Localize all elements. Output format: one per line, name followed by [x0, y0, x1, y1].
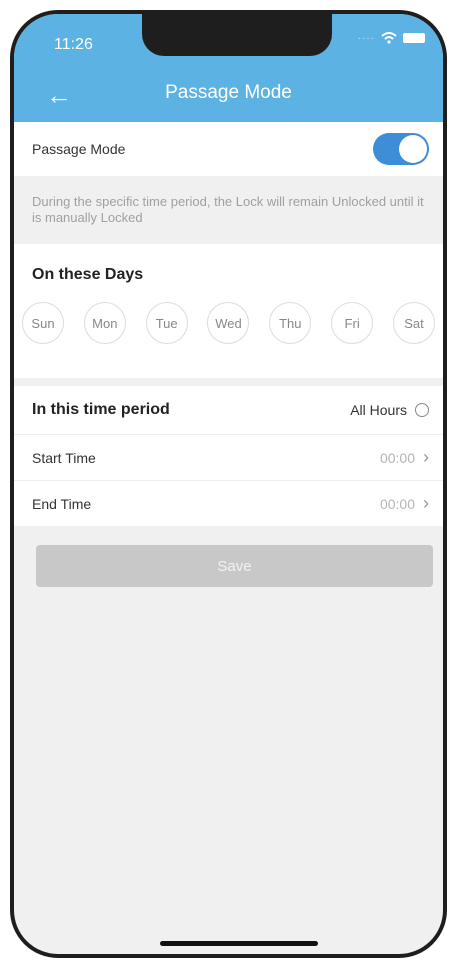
- all-hours-label: All Hours: [350, 402, 407, 418]
- day-thu[interactable]: Thu: [269, 302, 312, 344]
- day-mon[interactable]: Mon: [83, 302, 126, 344]
- phone-frame: 11:26 ···· ← Passage Mode Passage Mode D…: [10, 10, 447, 958]
- passage-mode-row: Passage Mode: [14, 122, 443, 176]
- passage-mode-label: Passage Mode: [32, 141, 126, 157]
- end-time-label: End Time: [32, 495, 92, 512]
- start-time-label: Start Time: [32, 449, 96, 466]
- chevron-right-icon: ›: [423, 447, 429, 467]
- status-icons: ····: [358, 32, 425, 44]
- toggle-knob: [399, 135, 427, 163]
- end-time-value: 00:00: [379, 495, 415, 512]
- start-time-row[interactable]: Start Time 00:00 ›: [14, 434, 443, 480]
- chevron-right-icon: ›: [423, 493, 429, 513]
- time-period-title: In this time period: [32, 401, 170, 418]
- end-time-value-group: 00:00 ›: [380, 493, 429, 514]
- home-indicator: [160, 941, 318, 946]
- notch: [142, 14, 332, 56]
- page-title: Passage Mode: [165, 82, 292, 103]
- passage-mode-description: During the specific time period, the Loc…: [14, 176, 443, 242]
- radio-unchecked-icon[interactable]: [415, 403, 429, 417]
- passage-mode-toggle[interactable]: [373, 133, 429, 165]
- start-time-value-group: 00:00 ›: [380, 447, 429, 468]
- day-sat[interactable]: Sat: [392, 302, 435, 344]
- wifi-icon: [381, 32, 397, 44]
- time-period-header: In this time period All Hours: [14, 386, 443, 434]
- day-fri[interactable]: Fri: [331, 302, 374, 344]
- end-time-row[interactable]: End Time 00:00 ›: [14, 480, 443, 526]
- status-time: 11:26: [54, 36, 93, 53]
- day-sun[interactable]: Sun: [22, 302, 64, 344]
- days-row: Sun Mon Tue Wed Thu Fri Sat: [22, 302, 435, 344]
- days-title: On these Days: [32, 266, 144, 283]
- days-card: On these Days Sun Mon Tue Wed Thu Fri Sa…: [14, 244, 443, 378]
- start-time-value: 00:00: [379, 449, 415, 466]
- save-button[interactable]: Save: [36, 545, 433, 587]
- battery-icon: [403, 33, 425, 43]
- time-period-card: In this time period All Hours Start Time…: [14, 386, 443, 526]
- all-hours-option[interactable]: All Hours: [350, 402, 429, 418]
- signal-icon: ····: [357, 32, 375, 44]
- day-wed[interactable]: Wed: [207, 302, 250, 344]
- day-tue[interactable]: Tue: [145, 302, 188, 344]
